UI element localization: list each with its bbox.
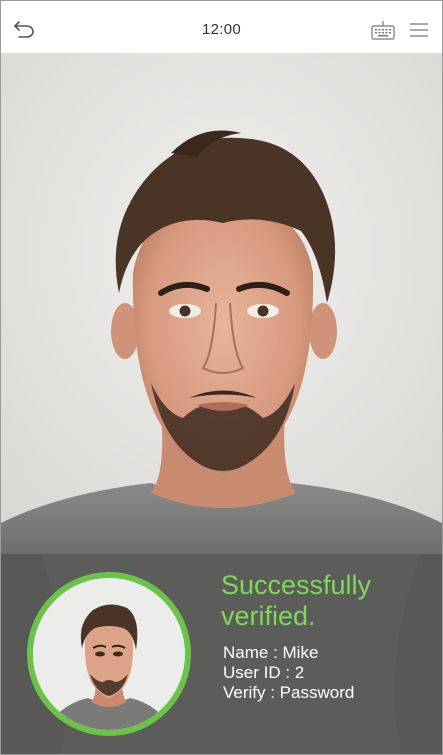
verification-status-title: Successfully verified. (221, 570, 372, 631)
user-id: User ID : 2 (223, 663, 305, 682)
keyboard-icon[interactable] (371, 20, 395, 40)
right-iris (257, 305, 269, 317)
right-ear (309, 303, 337, 359)
left-iris (179, 305, 191, 317)
verify-method: Verify : Password (223, 683, 355, 702)
captured-face-thumbnail (27, 572, 191, 736)
menu-icon[interactable] (409, 22, 429, 38)
camera-feed (1, 53, 442, 554)
device-screen: 12:00 Successfully verified. Name: Mike… (0, 0, 443, 755)
user-name: Name : Mike (223, 643, 319, 662)
verification-panel: Successfully verified. Name : Mike User … (1, 554, 442, 754)
status-bar: 12:00 (1, 1, 442, 53)
